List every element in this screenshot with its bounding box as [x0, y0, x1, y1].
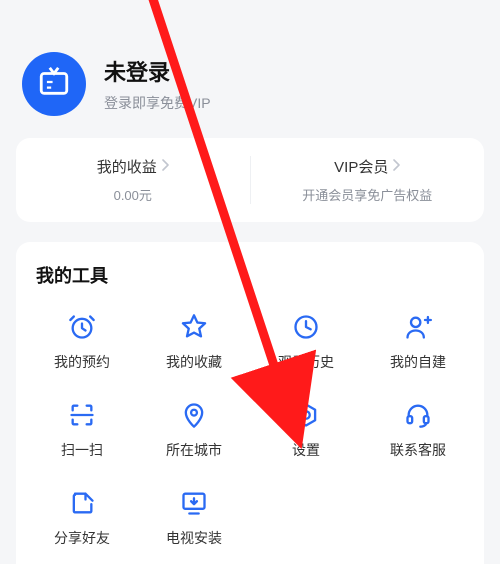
- tool-label: 分享好友: [54, 528, 110, 548]
- tool-label: 我的自建: [390, 352, 446, 372]
- tool-label: 观看历史: [278, 352, 334, 372]
- tool-label: 扫一扫: [61, 440, 103, 460]
- vip-membership[interactable]: VIP会员 开通会员享免广告权益: [250, 156, 485, 204]
- tv-icon: [37, 65, 71, 104]
- tool-scan[interactable]: 扫一扫: [26, 400, 138, 460]
- profile-login[interactable]: 未登录 登录即享免费VIP: [16, 12, 484, 138]
- headset-icon: [403, 400, 433, 430]
- tool-tv-install[interactable]: 电视安装: [138, 488, 250, 548]
- vip-subtitle: 开通会员享免广告权益: [302, 185, 432, 204]
- tool-city[interactable]: 所在城市: [138, 400, 250, 460]
- location-pin-icon: [179, 400, 209, 430]
- tool-label: 联系客服: [390, 440, 446, 460]
- scan-icon: [67, 400, 97, 430]
- my-earnings[interactable]: 我的收益 0.00元: [16, 156, 250, 204]
- tool-share[interactable]: 分享好友: [26, 488, 138, 548]
- chevron-right-icon: [161, 158, 169, 175]
- settings-icon: [291, 400, 321, 430]
- tool-my-favorites[interactable]: 我的收藏: [138, 312, 250, 372]
- tool-label: 电视安装: [166, 528, 222, 548]
- tool-watch-history[interactable]: 观看历史: [250, 312, 362, 372]
- tool-my-appointments[interactable]: 我的预约: [26, 312, 138, 372]
- tool-contact-support[interactable]: 联系客服: [362, 400, 474, 460]
- tool-label: 我的收藏: [166, 352, 222, 372]
- tool-label: 设置: [292, 440, 320, 460]
- tool-label: 我的预约: [54, 352, 110, 372]
- download-tv-icon: [179, 488, 209, 518]
- login-subtitle: 登录即享免费VIP: [104, 93, 211, 113]
- avatar: [22, 52, 86, 116]
- earnings-label: 我的收益: [97, 156, 157, 177]
- alarm-clock-icon: [67, 312, 97, 342]
- chevron-right-icon: [392, 158, 400, 175]
- star-icon: [179, 312, 209, 342]
- earnings-value: 0.00元: [114, 185, 152, 204]
- benefits-card: 我的收益 0.00元 VIP会员 开通会员享免广告权益: [16, 138, 484, 222]
- user-plus-icon: [403, 312, 433, 342]
- share-icon: [67, 488, 97, 518]
- tools-section: 我的工具 我的预约 我的收藏 观看历史 我的自建 扫一扫: [16, 242, 484, 564]
- clock-icon: [291, 312, 321, 342]
- vip-label: VIP会员: [334, 156, 388, 177]
- login-status: 未登录: [104, 55, 211, 87]
- tool-label: 所在城市: [166, 440, 222, 460]
- tools-title: 我的工具: [26, 262, 474, 298]
- tool-settings[interactable]: 设置: [250, 400, 362, 460]
- tool-my-created[interactable]: 我的自建: [362, 312, 474, 372]
